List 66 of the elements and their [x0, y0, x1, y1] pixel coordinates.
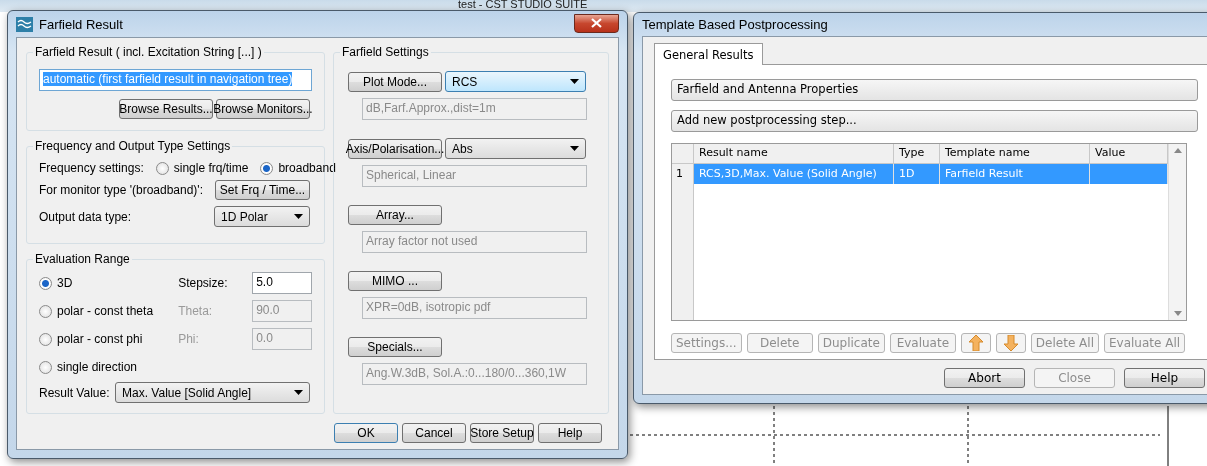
output-type-select[interactable]: 1D Polar [214, 206, 310, 227]
settings-summary: dB,Farf.Approx.,dist=1m [362, 98, 587, 120]
mimo-button[interactable]: MIMO ... [348, 271, 442, 291]
background-window-title: test - CST STUDIO SUITE [458, 0, 588, 10]
dialog-button[interactable]: OK [334, 423, 398, 443]
field-label: Result Value: [39, 385, 109, 400]
step-select[interactable]: Add new postprocessing step... [671, 109, 1198, 132]
specials-button[interactable]: Specials... [348, 337, 442, 357]
set-frequency-button[interactable]: Set Frq / Time... [215, 180, 310, 200]
array-button[interactable]: Array... [348, 205, 442, 225]
app-icon [16, 16, 33, 32]
down-arrow-icon [1003, 335, 1018, 351]
result-value-select[interactable]: Max. Value [Solid Angle] [115, 382, 310, 403]
dropdown-caret-icon [570, 146, 579, 151]
number-field[interactable]: 5.0 [252, 272, 312, 294]
field-label: Output data type: [39, 209, 132, 224]
close-button[interactable] [574, 13, 619, 33]
dialog-button[interactable]: Help [538, 423, 602, 443]
table-corner [672, 143, 694, 164]
settings-summary: XPR=0dB, isotropic pdf [362, 297, 587, 319]
field-label: Stepsize: [178, 276, 229, 290]
dialog-button[interactable]: Store Setup [470, 423, 534, 443]
settings-summary: Array factor not used [362, 231, 587, 253]
axis-polarisation-button[interactable]: Axis/Polarisation... [348, 138, 442, 159]
settings-summary: Ang.W.3dB, Sol.A.:0...180/0...360,1W [362, 363, 587, 385]
field-label: Phi: [178, 332, 200, 346]
column-header[interactable]: Result name [694, 143, 894, 164]
group-title: Farfield Settings [341, 45, 430, 59]
dropdown-caret-icon [294, 390, 303, 395]
dialog-button[interactable]: Abort [944, 368, 1025, 388]
row-number: 1 [672, 163, 694, 184]
up-arrow-icon [968, 335, 983, 351]
scrollbar[interactable] [1168, 143, 1186, 320]
settings-summary: Spherical, Linear [362, 165, 587, 187]
dialog-button[interactable]: Cancel [402, 423, 466, 443]
table-cell[interactable] [1090, 163, 1168, 184]
field-label: Frequency settings: [39, 161, 144, 175]
field-label: For monitor type '(broadband)': [39, 183, 203, 197]
scroll-up-icon[interactable] [1173, 147, 1182, 153]
column-header[interactable]: Value [1090, 143, 1168, 164]
browse-button[interactable]: Browse Monitors... [216, 99, 310, 119]
group-title: Frequency and Output Type Settings [34, 139, 232, 153]
scroll-down-icon[interactable] [1173, 311, 1182, 316]
column-header[interactable]: Type [894, 143, 940, 164]
radio-option[interactable]: single frq/time [155, 161, 249, 175]
group-title: Evaluation Range [34, 252, 131, 266]
field-label: Theta: [178, 304, 214, 318]
radio-option[interactable]: polar - const theta [39, 304, 173, 318]
dropdown-caret-icon [570, 79, 579, 84]
column-header[interactable]: Template name [940, 143, 1090, 164]
category-select[interactable]: Farfield and Antenna Properties [671, 79, 1198, 101]
group-title: Farfield Result ( incl. Excitation String [...] ) [34, 45, 263, 59]
browse-button[interactable]: Browse Results... [119, 99, 213, 119]
close-icon [591, 18, 602, 28]
radio-option[interactable]: 3D [39, 276, 173, 290]
radio-option[interactable]: single direction [39, 360, 175, 374]
dropdown-caret-icon [294, 214, 303, 219]
radio-option[interactable]: polar - const phi [39, 332, 173, 346]
dialog-title: Template Based Postprocessing [642, 17, 828, 32]
settings-select[interactable]: RCS [445, 71, 586, 92]
dialog-title: Farfield Result [39, 16, 123, 32]
radio-option[interactable]: broadband [260, 161, 336, 175]
tab[interactable]: General Results [654, 43, 763, 65]
settings-select[interactable]: Abs [445, 138, 586, 159]
dialog-button[interactable]: Help [1124, 368, 1205, 388]
plot-mode-button[interactable]: Plot Mode... [348, 71, 442, 92]
